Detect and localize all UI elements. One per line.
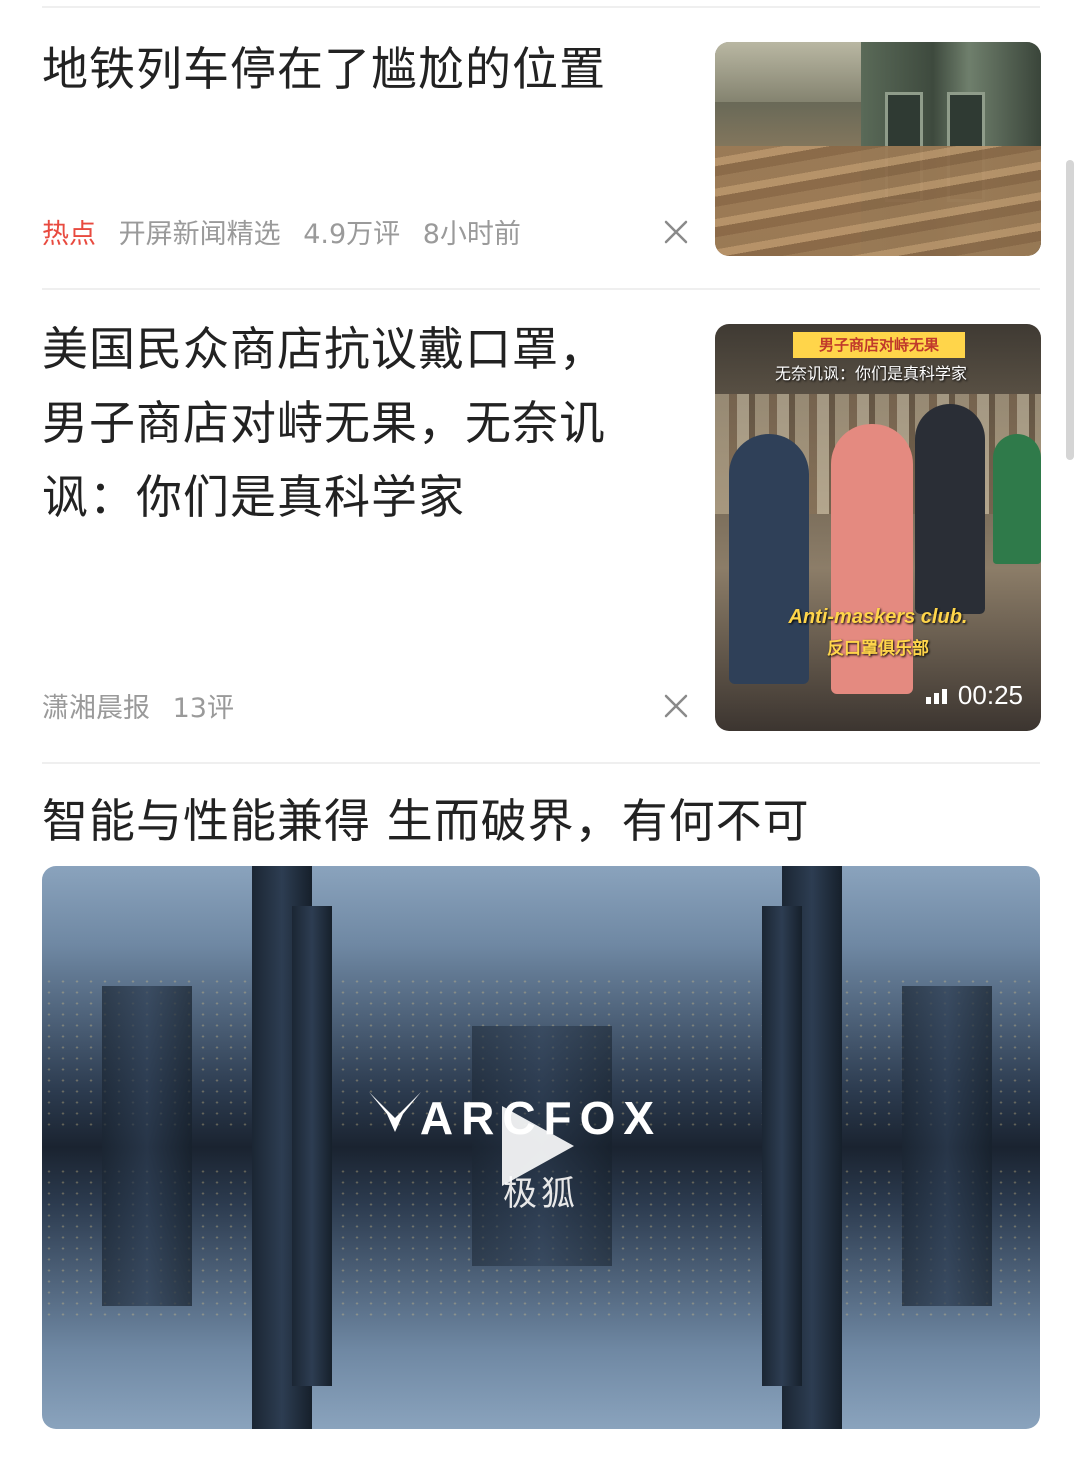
dismiss-button[interactable] (660, 690, 692, 722)
ad-video[interactable]: ARCFOX 极狐 (42, 866, 1040, 1429)
source-name[interactable]: 开屏新闻精选 (119, 219, 281, 250)
divider (42, 288, 1040, 290)
headline[interactable]: 美国民众商店抗议戴口罩，男子商店对峙无果，无奈讥讽：你们是真科学家 (42, 312, 642, 534)
thumb-caption-zh: 反口罩俱乐部 (827, 639, 929, 659)
scrollbar[interactable] (1066, 160, 1074, 460)
headline[interactable]: 地铁列车停在了尴尬的位置 (42, 32, 652, 106)
dismiss-button[interactable] (660, 216, 692, 248)
video-thumbnail[interactable]: 男子商店对峙无果 无奈讥讽：你们是真科学家 Anti-maskers club.… (715, 324, 1041, 731)
item-meta: 热点 开屏新闻精选 4.9万评 8小时前 (42, 212, 535, 251)
hot-tag: 热点 (42, 219, 96, 250)
comment-count: 4.9万评 (303, 219, 401, 250)
close-icon (664, 220, 688, 244)
thumb-caption-en: Anti-maskers club. (788, 606, 968, 628)
duration-text: 00:25 (957, 680, 1023, 710)
news-feed: 地铁列车停在了尴尬的位置 热点 开屏新闻精选 4.9万评 8小时前 美国民众商店… (0, 0, 1080, 1458)
close-icon (664, 694, 688, 718)
ad-title[interactable]: 智能与性能兼得 生而破界，有何不可 (42, 788, 810, 854)
play-icon[interactable] (502, 1106, 574, 1186)
item-meta: 潇湘晨报 13评 (42, 686, 248, 725)
thumbnail-image[interactable] (715, 42, 1041, 256)
thumb-subtitle: 无奈讥讽：你们是真科学家 (775, 364, 968, 383)
divider (42, 762, 1040, 764)
thumb-banner: 男子商店对峙无果 (793, 332, 965, 358)
comment-count: 13评 (172, 693, 234, 724)
video-duration: 00:25 (925, 680, 1023, 711)
divider (42, 6, 1040, 8)
source-name[interactable]: 潇湘晨报 (42, 693, 150, 724)
timestamp: 8小时前 (422, 219, 521, 250)
signal-bars-icon (925, 688, 950, 704)
